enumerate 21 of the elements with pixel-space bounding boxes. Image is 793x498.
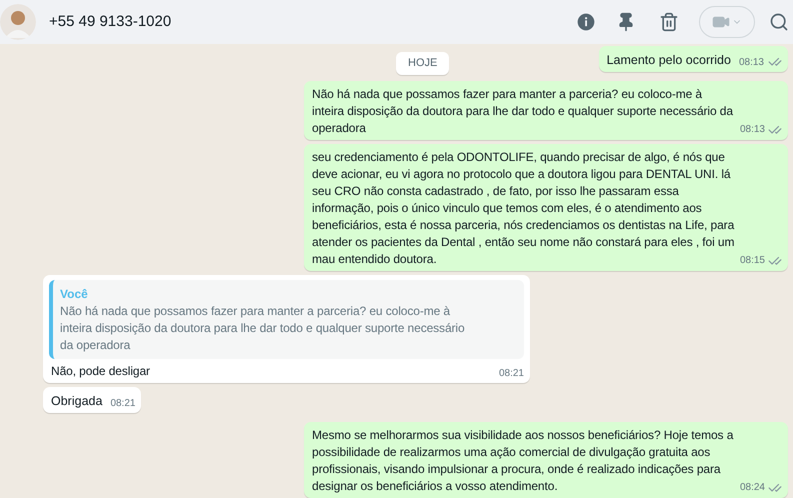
message-time: 08:13 bbox=[738, 57, 764, 69]
search-icon[interactable] bbox=[769, 12, 789, 32]
quoted-message[interactable]: Você Não há nada que possamos fazer para manter a parceria? eu coloco-me à inteira disposição da doutora para lhe dar todo e qualquer suporte necessário da operadora bbox=[49, 280, 524, 359]
message-time: 08:13 bbox=[740, 124, 765, 136]
info-icon[interactable] bbox=[576, 12, 596, 32]
message-time: 08:15 bbox=[740, 254, 765, 267]
delete-icon[interactable] bbox=[659, 12, 679, 32]
message-time: 08:21 bbox=[498, 368, 524, 380]
date-chip: HOJE bbox=[396, 52, 450, 74]
quote-text: Não há nada que possamos fazer para manter a parceria? eu coloco-me à inteira disposição da doutora para lhe dar todo e qualquer suporte necessário da operadora bbox=[60, 302, 466, 354]
quote-author: Você bbox=[60, 286, 89, 303]
message-text: seu credenciamento é pela ODONTOLIFE, quando precisar de algo, é nós que deve acionar, eu vi agora no protocolo que a doutora ligou para DENTAL UNI. lá seu CRO não consta cadastrado , de fato, por isso lhe passaram essa informação, pois o único vinculo que temos com eles, é o atendimento aos beneficiários, esta é nossa parceria, nós credenciamos os dentistas na Life, para atender os pacientes da Dental , então seu nome não constará para eles , foi um mau entendido doutora. bbox=[311, 148, 736, 268]
message-text: Lamento pelo ocorrido bbox=[606, 52, 731, 69]
contact-name[interactable]: +55 49 9133-1020 bbox=[49, 10, 172, 34]
message-text: Não há nada que possamos fazer para manter a parceria? eu coloco-me à inteira disposição da doutora para lhe dar todo e qualquer suporte necessário da operadora bbox=[311, 86, 734, 137]
message-time: 08:21 bbox=[110, 398, 136, 410]
message-time: 08:24 bbox=[740, 482, 765, 494]
message-text: Obrigada bbox=[50, 392, 102, 410]
message-text: Não, pode desligar bbox=[50, 362, 151, 380]
message-text: Mesmo se melhorarmos sua visibilidade aos nossos beneficiários? Hoje temos a possibilidade de realizarmos uma ação comercial de divulgação gratuita aos profissionais, visando impulsionar a procura, onde é realizado indicações para designar os beneficiários a vosso atendimento. bbox=[311, 427, 734, 495]
avatar[interactable] bbox=[0, 4, 36, 40]
